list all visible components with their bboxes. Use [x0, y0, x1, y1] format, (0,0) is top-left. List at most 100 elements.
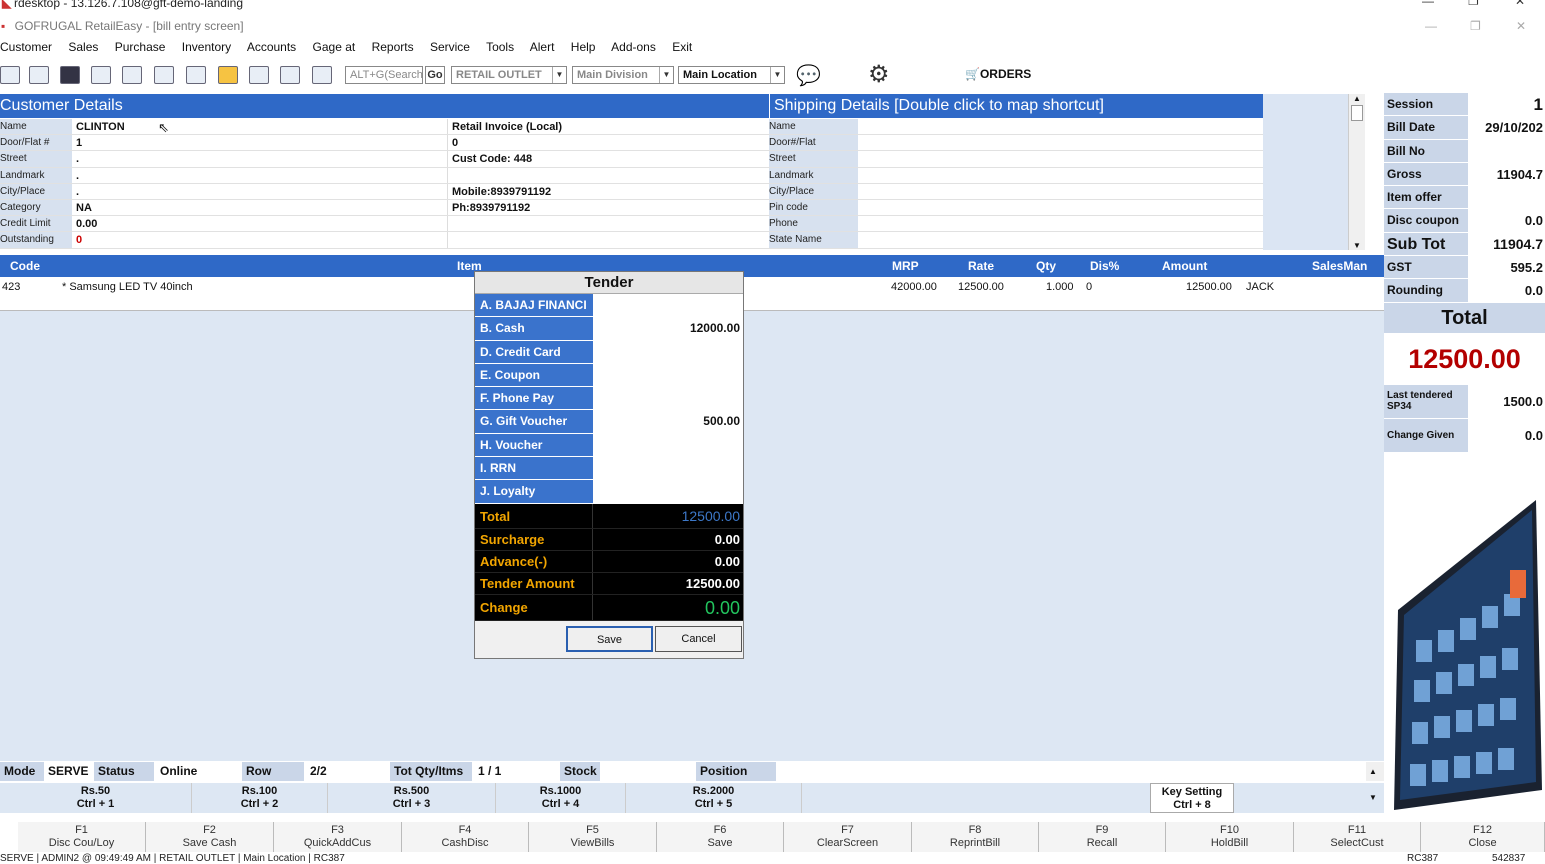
gear-icon[interactable]: ⚙	[868, 60, 890, 89]
rs100-button[interactable]: Rs.100 Ctrl + 2	[192, 783, 328, 813]
app-close-icon[interactable]: ✕	[1516, 16, 1526, 36]
menu-reports[interactable]: Reports	[372, 40, 414, 54]
app-minimize-icon[interactable]: —	[1425, 16, 1437, 36]
shipping-details-title[interactable]: Shipping Details [Double click to map sh…	[774, 97, 1104, 114]
tender-amount-field[interactable]	[593, 457, 743, 480]
tender-row[interactable]: E. Coupon	[475, 363, 743, 388]
city-field[interactable]: .	[72, 183, 448, 199]
scroll-up-icon[interactable]: ▲	[1366, 762, 1384, 781]
shipping-row[interactable]: Street	[769, 151, 1263, 168]
customer-name-field[interactable]: CLINTON	[72, 119, 448, 135]
orders-button[interactable]: 🛒ORDERS	[965, 67, 1031, 81]
f9-button[interactable]: F9 Recall	[1039, 822, 1166, 852]
menu-help[interactable]: Help	[571, 40, 596, 54]
f3-button[interactable]: F3 QuickAddCus	[274, 822, 402, 852]
col-dis[interactable]: Dis%	[1090, 259, 1119, 273]
shipping-value[interactable]	[858, 184, 1263, 199]
close-icon[interactable]: ✕	[1515, 0, 1525, 7]
tender-row[interactable]: B. Cash 12000.00	[475, 317, 743, 341]
landmark-field[interactable]: .	[72, 167, 448, 183]
search-doc-icon[interactable]	[186, 66, 206, 84]
shipping-value[interactable]	[858, 135, 1263, 150]
cancel-button[interactable]: Cancel	[655, 626, 742, 652]
document-icon[interactable]	[154, 66, 174, 84]
shipping-row[interactable]: City/Place	[769, 183, 1263, 200]
print-icon[interactable]	[122, 66, 142, 84]
f11-button[interactable]: F11 SelectCust	[1294, 822, 1421, 852]
credit-limit-field[interactable]: 0.00	[72, 216, 448, 232]
tender-amount-field[interactable]	[593, 340, 743, 363]
col-amount[interactable]: Amount	[1162, 259, 1207, 273]
shipping-value[interactable]	[858, 216, 1263, 231]
f8-button[interactable]: F8 ReprintBill	[912, 822, 1039, 852]
calendar-icon[interactable]	[60, 66, 80, 84]
col-mrp[interactable]: MRP	[892, 259, 919, 273]
shipping-value[interactable]	[858, 151, 1263, 166]
search-input[interactable]: ALT+G(Search	[345, 66, 423, 84]
col-rate[interactable]: Rate	[968, 259, 994, 273]
menu-alert[interactable]: Alert	[530, 40, 555, 54]
menu-service[interactable]: Service	[430, 40, 470, 54]
folder-icon[interactable]	[218, 66, 238, 84]
go-button[interactable]: Go	[425, 66, 445, 84]
scroll-thumb[interactable]	[1351, 105, 1363, 121]
f12-button[interactable]: F12 Close	[1421, 822, 1545, 852]
f1-button[interactable]: F1 Disc Cou/Loy	[18, 822, 146, 852]
tender-row[interactable]: A. BAJAJ FINANCI	[475, 294, 743, 318]
tender-row[interactable]: F. Phone Pay	[475, 387, 743, 411]
rs500-button[interactable]: Rs.500 Ctrl + 3	[328, 783, 496, 813]
rs50-button[interactable]: Rs.50 Ctrl + 1	[0, 783, 192, 813]
exit-icon[interactable]	[280, 66, 300, 84]
rs2000-button[interactable]: Rs.2000 Ctrl + 5	[626, 783, 802, 813]
menu-inventory[interactable]: Inventory	[182, 40, 231, 54]
menu-purchase[interactable]: Purchase	[115, 40, 166, 54]
shipping-row[interactable]: Name	[769, 119, 1263, 136]
image-icon[interactable]	[312, 66, 332, 84]
col-qty[interactable]: Qty	[1036, 259, 1056, 273]
door-field[interactable]: 1	[72, 135, 448, 151]
shipping-value[interactable]	[858, 200, 1263, 215]
shipping-row[interactable]: Phone	[769, 216, 1263, 233]
menu-sales[interactable]: Sales	[68, 40, 98, 54]
f2-button[interactable]: F2 Save Cash	[146, 822, 274, 852]
tender-amount-field[interactable]: 12000.00	[593, 317, 743, 340]
tender-amount-field[interactable]	[593, 363, 743, 387]
col-code[interactable]: Code	[10, 259, 40, 273]
tender-row[interactable]: H. Voucher	[475, 433, 743, 458]
menu-exit[interactable]: Exit	[672, 40, 692, 54]
f10-button[interactable]: F10 HoldBill	[1166, 822, 1294, 852]
menu-gageat[interactable]: Gage at	[313, 40, 356, 54]
shipping-value[interactable]	[858, 119, 1263, 134]
outlet-select[interactable]: RETAIL OUTLET ▼	[451, 66, 567, 84]
f5-button[interactable]: F5 ViewBills	[529, 822, 657, 852]
shipping-row[interactable]: State Name	[769, 232, 1263, 249]
new-bill-icon[interactable]	[0, 66, 20, 84]
street-field[interactable]: .	[72, 151, 448, 167]
shipping-value[interactable]	[858, 232, 1263, 247]
shipping-row[interactable]: Landmark	[769, 167, 1263, 184]
app-restore-icon[interactable]: ❐	[1470, 16, 1481, 36]
f7-button[interactable]: F7 ClearScreen	[784, 822, 912, 852]
shipping-value[interactable]	[858, 168, 1263, 183]
keyboard-icon[interactable]	[91, 66, 111, 84]
menu-addons[interactable]: Add-ons	[611, 40, 656, 54]
scroll-down-icon[interactable]: ▼	[1366, 793, 1384, 802]
tender-amount-field[interactable]	[593, 387, 743, 410]
key-setting-button[interactable]: Key Setting Ctrl + 8	[1150, 783, 1234, 813]
chart-icon[interactable]	[249, 66, 269, 84]
scroll-up-icon[interactable]: ▲	[1349, 94, 1365, 103]
tender-row[interactable]: D. Credit Card	[475, 340, 743, 364]
outstanding-field[interactable]: 0	[72, 232, 448, 248]
import-icon[interactable]	[29, 66, 49, 84]
location-select[interactable]: Main Location ▼	[678, 66, 785, 84]
f6-button[interactable]: F6 Save	[657, 822, 784, 852]
menu-tools[interactable]: Tools	[486, 40, 514, 54]
details-scrollbar[interactable]: ▲ ▼	[1348, 94, 1365, 250]
shipping-row[interactable]: Door#/Flat	[769, 135, 1263, 152]
f4-button[interactable]: F4 CashDisc	[402, 822, 529, 852]
scroll-down-icon[interactable]: ▼	[1349, 241, 1365, 250]
minimize-icon[interactable]: —	[1422, 0, 1434, 7]
menu-accounts[interactable]: Accounts	[247, 40, 296, 54]
rs1000-button[interactable]: Rs.1000 Ctrl + 4	[496, 783, 626, 813]
category-field[interactable]: NA	[72, 199, 448, 216]
